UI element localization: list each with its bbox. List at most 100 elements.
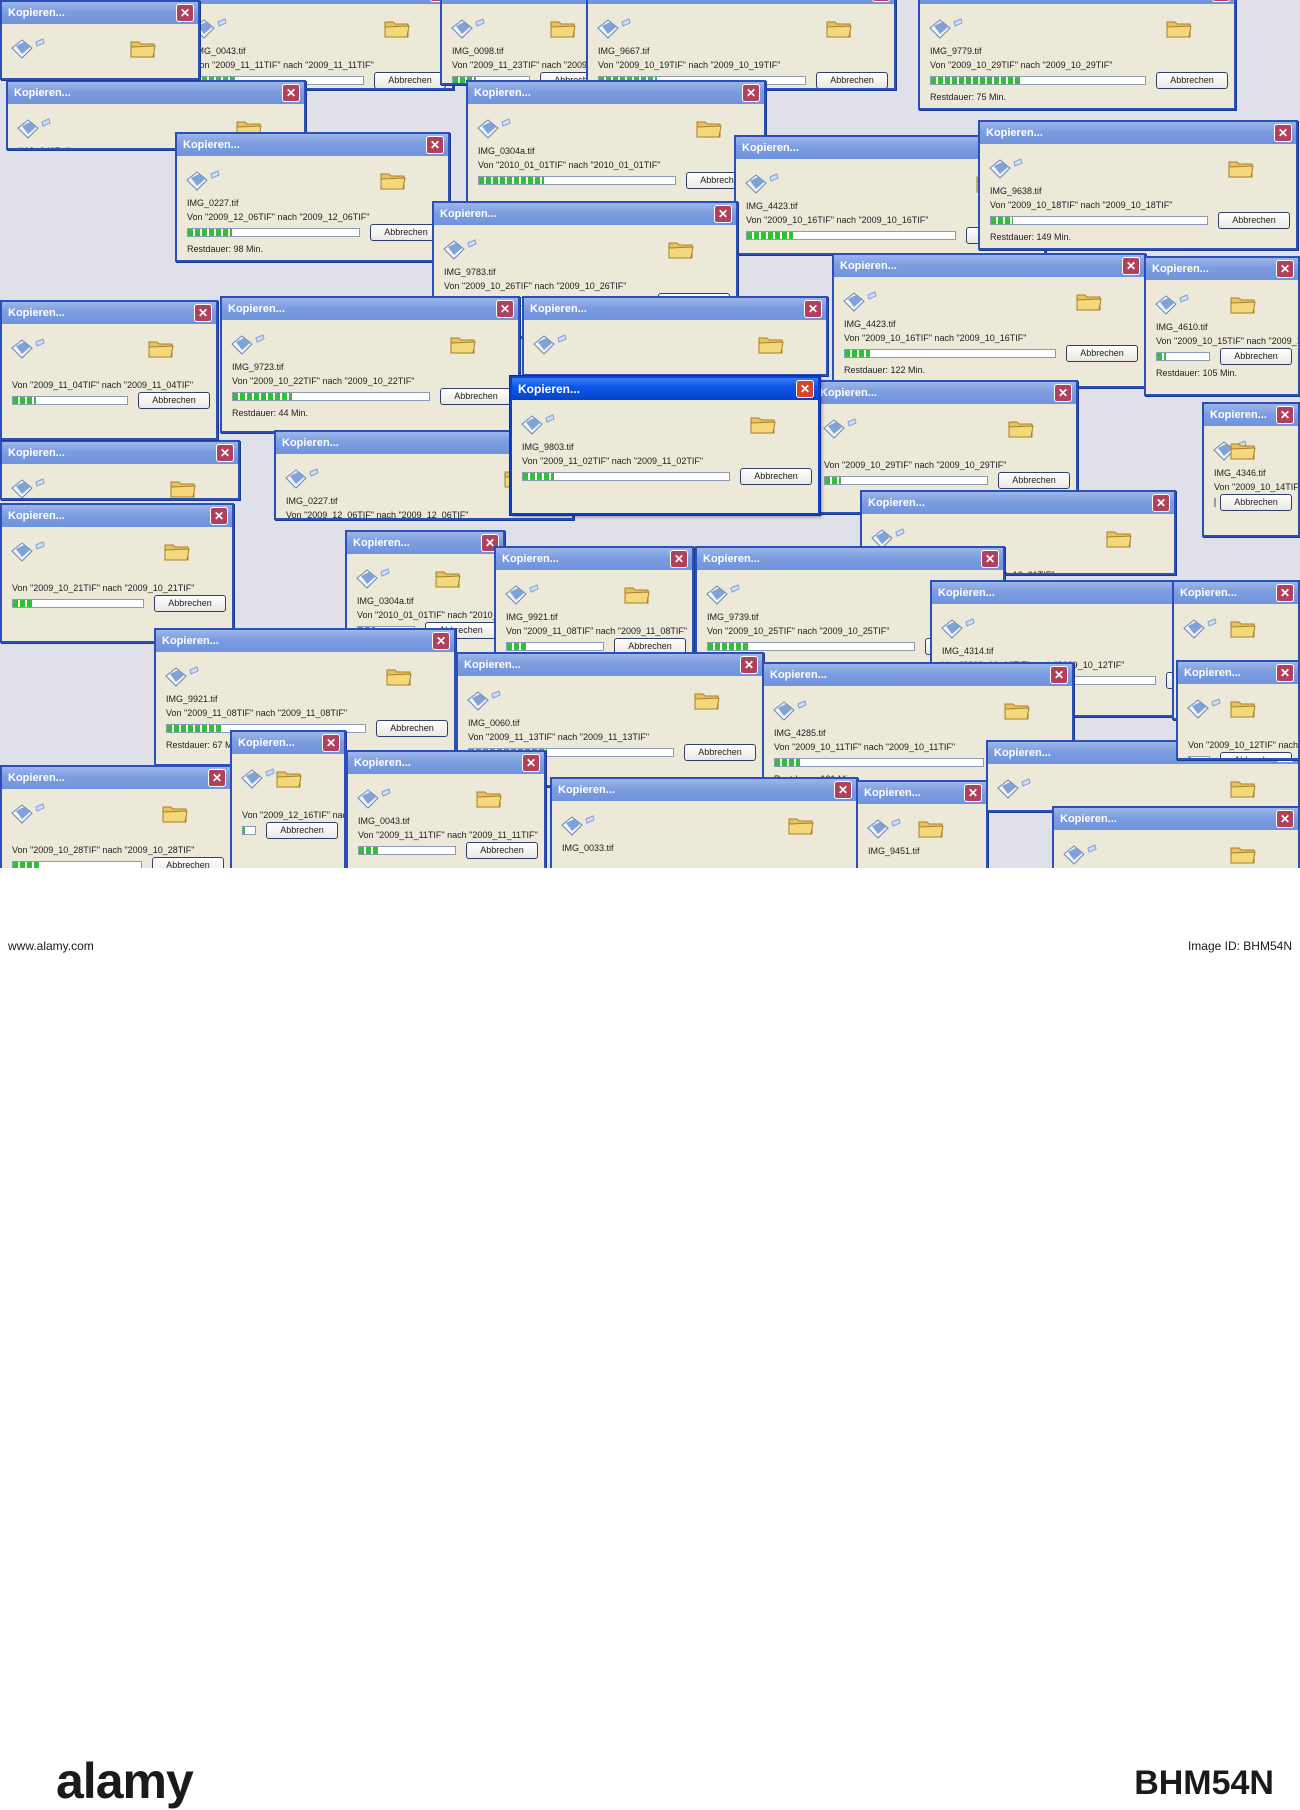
copy-dialog[interactable]: Kopieren...✕ IMG_9667.tif Von "2009_10_19T… bbox=[586, 0, 896, 90]
dialog-title[interactable]: Kopieren... bbox=[458, 654, 762, 676]
close-icon[interactable]: ✕ bbox=[216, 444, 234, 462]
copy-dialog[interactable]: Kopieren...✕Von "2009_12_16TIF" nach "20… bbox=[230, 730, 346, 868]
cancel-button[interactable]: Abbrechen bbox=[1218, 212, 1290, 229]
dialog-title[interactable]: Kopieren... bbox=[496, 548, 692, 570]
close-icon[interactable]: ✕ bbox=[1212, 0, 1230, 2]
copy-dialog[interactable]: Kopieren... ✕ IMG_9723.tif Von "2009_10_22T… bbox=[220, 296, 520, 433]
copy-dialog[interactable]: Kopieren...✕ IMG_4423.tif Von "2009_10_16T… bbox=[832, 253, 1146, 388]
close-icon[interactable]: ✕ bbox=[872, 0, 890, 2]
dialog-title[interactable]: Kopieren... bbox=[920, 0, 1234, 4]
close-icon[interactable]: ✕ bbox=[804, 300, 822, 318]
close-icon[interactable]: ✕ bbox=[322, 734, 340, 752]
dialog-title[interactable]: Kopieren... bbox=[2, 767, 230, 789]
dialog-title[interactable]: Kopieren... bbox=[588, 0, 894, 4]
copy-dialog[interactable]: Kopieren...✕IMG_0033.tifAbbrechen bbox=[550, 777, 858, 868]
close-icon[interactable]: ✕ bbox=[1122, 257, 1140, 275]
dialog-title[interactable]: Kopieren... bbox=[552, 779, 856, 801]
dialog-title[interactable]: Kopieren... bbox=[468, 82, 764, 104]
close-icon[interactable]: ✕ bbox=[522, 754, 540, 772]
dialog-title[interactable]: Kopieren... bbox=[980, 122, 1296, 144]
cancel-button[interactable]: Abbrechen bbox=[376, 720, 448, 737]
dialog-title[interactable]: Kopieren... bbox=[764, 664, 1072, 686]
close-icon[interactable]: ✕ bbox=[282, 84, 300, 102]
close-icon[interactable]: ✕ bbox=[670, 550, 688, 568]
cancel-button[interactable]: Abbrechen bbox=[466, 842, 538, 859]
close-icon[interactable]: ✕ bbox=[208, 769, 226, 787]
dialog-title[interactable]: Kopieren... bbox=[2, 505, 232, 527]
dialog-title[interactable]: Kopieren... bbox=[347, 532, 503, 554]
close-icon[interactable]: ✕ bbox=[981, 550, 999, 568]
copy-dialog[interactable]: Kopieren...✕IMG_0043.tifVon "2009_11_11T… bbox=[346, 750, 546, 868]
copy-dialog[interactable]: Kopieren...✕ IMG_0227.tif Von "2009_12_06T… bbox=[175, 132, 450, 262]
cancel-button[interactable]: Abbrechen bbox=[138, 392, 210, 409]
close-icon[interactable]: ✕ bbox=[194, 304, 212, 322]
close-icon[interactable]: ✕ bbox=[964, 784, 982, 802]
dialog-title[interactable]: Kopieren... bbox=[2, 442, 238, 464]
close-icon[interactable]: ✕ bbox=[426, 136, 444, 154]
dialog-title[interactable]: Kopieren... bbox=[222, 298, 518, 320]
cancel-button[interactable]: Abbrechen bbox=[374, 72, 446, 88]
close-icon[interactable]: ✕ bbox=[1274, 124, 1292, 142]
copy-dialog[interactable]: Kopieren...✕Von "2010_01_11TIF" nach "20… bbox=[0, 0, 200, 80]
dialog-title[interactable]: Kopieren... bbox=[834, 255, 1144, 277]
close-icon[interactable]: ✕ bbox=[834, 781, 852, 799]
copy-dialog[interactable]: Kopieren...✕Von "2009_11_23TIF" nach "20… bbox=[522, 296, 828, 376]
dialog-title[interactable]: Kopieren... bbox=[1054, 808, 1298, 830]
copy-dialog[interactable]: Kopieren... ✕ IMG_9921.tif Von "2009_11_08T… bbox=[494, 546, 694, 666]
copy-dialog[interactable]: Kopieren...✕Von "2009_10_12TIF" nach "20… bbox=[1176, 660, 1300, 760]
close-icon[interactable]: ✕ bbox=[1276, 406, 1294, 424]
close-icon[interactable]: ✕ bbox=[1276, 664, 1294, 682]
copy-dialog[interactable]: Kopieren...✕IMG_9451.tifAbbrechen bbox=[856, 780, 988, 868]
dialog-title[interactable]: Kopieren... bbox=[862, 492, 1174, 514]
close-icon[interactable]: ✕ bbox=[1276, 584, 1294, 602]
dialog-title[interactable]: Kopieren... bbox=[184, 0, 452, 4]
cancel-button[interactable]: Abbrechen bbox=[1220, 752, 1292, 758]
cancel-button[interactable]: Abbrechen bbox=[998, 472, 1070, 489]
cancel-button[interactable]: Abbrechen bbox=[1220, 348, 1292, 365]
copy-dialog[interactable]: Kopieren... ✕ IMG_9638.tif Von "2009_10_18T… bbox=[978, 120, 1298, 250]
dialog-title[interactable]: Kopieren... bbox=[2, 302, 216, 324]
copy-dialog[interactable]: Kopieren... ✕ Von "2009_11_04TIF" nach "20… bbox=[0, 300, 218, 440]
close-icon[interactable]: ✕ bbox=[210, 507, 228, 525]
cancel-button[interactable]: Abbrechen bbox=[266, 822, 338, 839]
close-icon[interactable]: ✕ bbox=[796, 380, 814, 398]
copy-dialog[interactable]: Kopieren...✕ IMG_9779.tif Von "2009_10_29T… bbox=[918, 0, 1236, 110]
cancel-button[interactable]: Abbrechen bbox=[1066, 345, 1138, 362]
dialog-title[interactable]: Kopieren... bbox=[177, 134, 448, 156]
close-icon[interactable]: ✕ bbox=[1276, 810, 1294, 828]
close-icon[interactable]: ✕ bbox=[1050, 666, 1068, 684]
dialog-title[interactable]: Kopieren... bbox=[524, 298, 826, 320]
close-icon[interactable]: ✕ bbox=[740, 656, 758, 674]
copy-dialog[interactable]: Kopieren...✕IMG_0043.tifVon "2009_11_11T… bbox=[182, 0, 454, 90]
copy-dialog[interactable]: Kopieren...✕Von "2010_01_07TIF" nach "20… bbox=[0, 440, 240, 500]
dialog-title[interactable]: Kopieren... bbox=[434, 203, 736, 225]
copy-dialog[interactable]: Kopieren... ✕ IMG_0304a.tif Von "2010_01_01… bbox=[466, 80, 766, 205]
copy-dialog[interactable]: Kopieren...✕Abbrechen bbox=[1052, 806, 1300, 868]
close-icon[interactable]: ✕ bbox=[1152, 494, 1170, 512]
dialog-title[interactable]: Kopieren... bbox=[512, 378, 818, 400]
cancel-button[interactable]: Abbrechen bbox=[440, 388, 512, 405]
cancel-button[interactable]: Abbrechen bbox=[1156, 72, 1228, 89]
copy-dialog[interactable]: Kopieren... ✕ Von "2009_10_21TIF" nach "20… bbox=[0, 503, 234, 643]
close-icon[interactable]: ✕ bbox=[432, 632, 450, 650]
close-icon[interactable]: ✕ bbox=[496, 300, 514, 318]
cancel-button[interactable]: Abbrechen bbox=[740, 468, 812, 485]
close-icon[interactable]: ✕ bbox=[714, 205, 732, 223]
close-icon[interactable]: ✕ bbox=[742, 84, 760, 102]
close-icon[interactable]: ✕ bbox=[1276, 260, 1294, 278]
cancel-button[interactable]: Abbrechen bbox=[816, 72, 888, 88]
close-icon[interactable]: ✕ bbox=[1054, 384, 1072, 402]
cancel-button[interactable]: Abbrechen bbox=[152, 857, 224, 868]
copy-dialog-active[interactable]: Kopieren... ✕ IMG_9803.tif Von "2009_11_02T… bbox=[510, 376, 820, 515]
dialog-title[interactable]: Kopieren... bbox=[156, 630, 454, 652]
dialog-title[interactable]: Kopieren... bbox=[814, 382, 1076, 404]
copy-dialog[interactable]: Kopieren... ✕ Von "2009_10_28TIF" nach "20… bbox=[0, 765, 232, 868]
dialog-title[interactable]: Kopieren... bbox=[697, 548, 1003, 570]
copy-dialog[interactable]: Kopieren... ✕ IMG_4346.tif Von "2009_10_14T… bbox=[1202, 402, 1300, 537]
cancel-button[interactable]: Abbrechen bbox=[1220, 494, 1292, 511]
dialog-title[interactable]: Kopieren... bbox=[8, 82, 304, 104]
cancel-button[interactable]: Abbrechen bbox=[684, 744, 756, 761]
copy-dialog[interactable]: Kopieren... ✕ IMG_4610.tif Von "2009_10_15T… bbox=[1144, 256, 1300, 396]
cancel-button[interactable]: Abbrechen bbox=[154, 595, 226, 612]
dialog-title[interactable]: Kopieren... bbox=[2, 2, 198, 24]
